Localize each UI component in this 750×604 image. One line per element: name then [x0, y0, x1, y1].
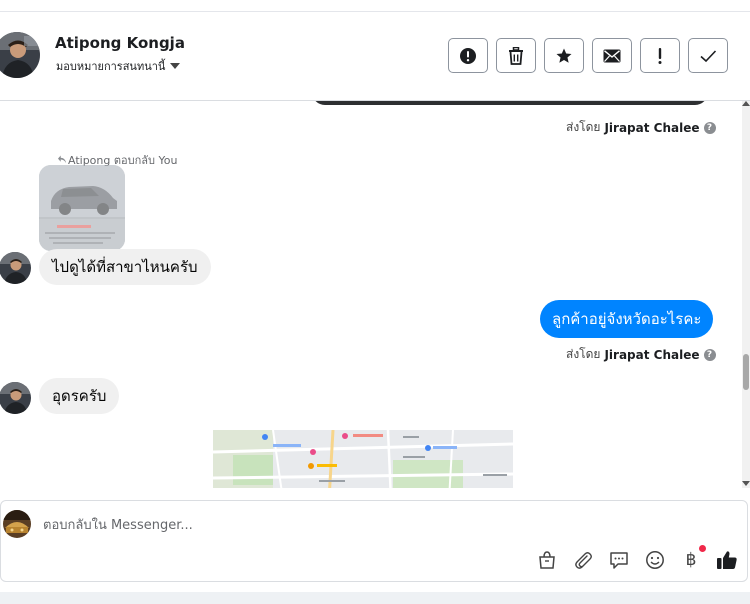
agent-name: Jirapat Chalee [604, 120, 700, 135]
contact-avatar-small[interactable] [0, 382, 31, 414]
conversation-header: Atipong Kongja มอบหมายการสนทนานี้ [0, 13, 750, 101]
page-avatar [3, 510, 31, 538]
thread-scrollbar[interactable] [742, 101, 750, 488]
notification-dot [699, 545, 706, 552]
baht-icon: ฿ [685, 550, 697, 570]
paperclip-icon [575, 552, 592, 569]
shopping-bag-icon [539, 551, 555, 569]
agent-name: Jirapat Chalee [604, 347, 700, 362]
follow-up-button[interactable] [640, 38, 680, 73]
outgoing-message: ลูกค้าอยู่จังหวัดอะไรคะ [540, 300, 714, 338]
saved-replies-button[interactable] [607, 548, 631, 572]
scroll-down-arrow-icon[interactable] [742, 481, 750, 486]
exclamation-icon [658, 47, 662, 64]
emoji-button[interactable] [643, 548, 667, 572]
assign-conversation-dropdown[interactable]: มอบหมายการสนทนานี้ [56, 57, 181, 75]
alert-circle-icon [460, 47, 476, 64]
help-icon[interactable]: ? [703, 121, 716, 134]
contact-name: Atipong Kongja [55, 34, 185, 52]
header-actions [448, 38, 728, 73]
check-icon [700, 49, 717, 62]
like-button[interactable] [715, 548, 739, 572]
message-input[interactable] [43, 514, 693, 536]
attach-file-button[interactable] [571, 548, 595, 572]
caret-down-icon [170, 63, 181, 69]
mark-done-button[interactable] [688, 38, 728, 73]
incoming-message: ไปดูได้ที่สาขาไหนครับ [39, 249, 211, 285]
star-icon [556, 48, 572, 63]
contact-avatar[interactable] [0, 32, 40, 78]
reply-composer: ฿ [0, 500, 748, 582]
incoming-message: อุดรครับ [39, 378, 120, 414]
scroll-up-arrow-icon[interactable] [742, 101, 750, 106]
chat-bubble-icon [610, 552, 628, 569]
trash-icon [509, 46, 523, 65]
payment-button[interactable]: ฿ [679, 545, 706, 572]
help-icon[interactable]: ? [703, 348, 716, 361]
scrollbar-thumb[interactable] [743, 354, 749, 390]
delete-button[interactable] [496, 38, 536, 73]
mark-spam-button[interactable] [448, 38, 488, 73]
message-thread: ส่งโดย Jirapat Chalee ? Atipong ตอบกลับ … [0, 101, 742, 488]
replied-image-thumbnail[interactable] [39, 165, 125, 251]
assign-label: มอบหมายการสนทนานี้ [56, 60, 166, 73]
thumbs-up-icon [717, 551, 737, 569]
sent-by-label: ส่งโดย Jirapat Chalee ? [566, 118, 716, 137]
top-bar [0, 0, 750, 12]
composer-toolbar: ฿ [535, 545, 739, 572]
contact-avatar-small[interactable] [0, 252, 31, 284]
bottom-strip [0, 592, 750, 604]
emoji-icon [646, 551, 664, 569]
sent-by-label: ส่งโดย Jirapat Chalee ? [566, 345, 716, 364]
location-map-preview[interactable] [213, 430, 513, 488]
shop-button[interactable] [535, 548, 559, 572]
mail-icon [603, 49, 621, 62]
mark-unread-button[interactable] [592, 38, 632, 73]
star-button[interactable] [544, 38, 584, 73]
previous-message-bubble [312, 101, 708, 105]
